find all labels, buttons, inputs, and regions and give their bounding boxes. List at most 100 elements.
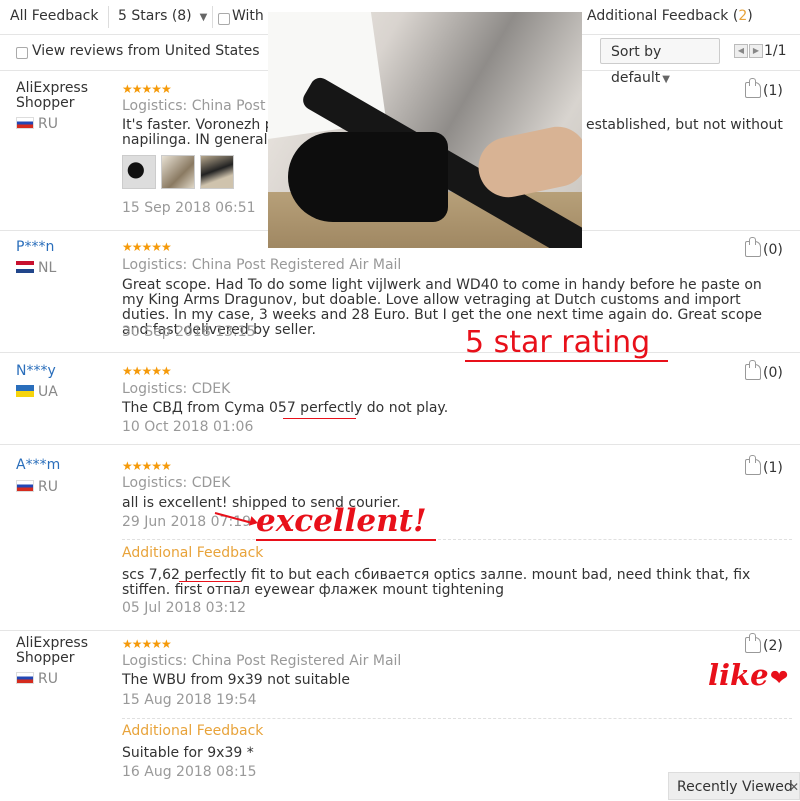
star-rating: ★★★★★ bbox=[122, 459, 172, 473]
review-photo-thumbnail[interactable] bbox=[122, 155, 156, 189]
review-date: 15 Sep 2018 06:51 bbox=[122, 200, 256, 216]
logistics-text: Logistics: CDEK bbox=[122, 475, 231, 491]
next-page-button[interactable]: ▶ bbox=[749, 44, 763, 58]
country-code: UA bbox=[38, 384, 58, 400]
like-button[interactable]: (2) bbox=[745, 633, 783, 654]
reviewer-name[interactable]: N***y bbox=[16, 364, 106, 379]
annotation-underline bbox=[465, 360, 668, 362]
flag-ua-icon bbox=[16, 385, 34, 397]
page-indicator: 1/1 bbox=[764, 43, 787, 59]
review-photo-thumbnail[interactable] bbox=[161, 155, 195, 189]
recently-viewed-label: Recently Viewed bbox=[677, 779, 793, 795]
like-button[interactable]: (0) bbox=[745, 360, 783, 381]
red-underline bbox=[283, 418, 356, 419]
review-text: The СВД from Cyma 057 perfectly do not p… bbox=[122, 400, 449, 416]
thumbs-up-icon bbox=[745, 633, 761, 653]
review-text-cont: established, but not without bbox=[586, 117, 783, 133]
divider bbox=[122, 718, 792, 719]
flag-nl-icon bbox=[16, 261, 34, 273]
additional-feedback-date: 05 Jul 2018 03:12 bbox=[122, 600, 247, 616]
reviewer-name: AliExpress Shopper bbox=[16, 635, 89, 666]
hand-shape bbox=[472, 121, 582, 203]
stars-filter-label: 5 Stars (8) bbox=[118, 8, 192, 24]
annotation-excellent: excellent! bbox=[256, 503, 427, 539]
reviewer-country: UA bbox=[16, 384, 58, 400]
additional-feedback-text: scs 7,62 perfectly fit to but each сбива… bbox=[122, 567, 751, 598]
red-underline bbox=[179, 581, 241, 582]
divider bbox=[212, 6, 213, 28]
sort-select[interactable]: Sort by default ▼ bbox=[600, 38, 720, 86]
additional-feedback-label: Additional Feedback bbox=[122, 723, 264, 739]
stars-filter-select[interactable]: 5 Stars (8) ▼ bbox=[118, 8, 207, 24]
additional-feedback-filter[interactable]: Additional Feedback (2) bbox=[587, 8, 753, 24]
view-us-label: View reviews from United States bbox=[32, 43, 260, 59]
like-count: (1) bbox=[763, 460, 783, 476]
tab-all-feedback[interactable]: All Feedback bbox=[10, 8, 98, 24]
scope-shape bbox=[288, 132, 448, 222]
review-date: 30 Sep 2018 13:15 bbox=[122, 324, 256, 340]
reviewer-name[interactable]: A***m bbox=[16, 458, 106, 473]
paren-close: ) bbox=[747, 8, 753, 24]
reviewer-name[interactable]: P***n bbox=[16, 240, 106, 255]
chevron-down-icon: ▼ bbox=[199, 12, 208, 23]
annotation-like: like bbox=[708, 658, 769, 692]
country-code: NL bbox=[38, 260, 57, 276]
like-count: (0) bbox=[763, 365, 783, 381]
reviewer-country: RU bbox=[16, 116, 58, 132]
review-item: N***y UA ★★★★★ Logistics: CDEK The СВД f… bbox=[0, 352, 800, 445]
with-photos-checkbox[interactable] bbox=[218, 13, 230, 25]
additional-feedback-count: 2 bbox=[738, 8, 748, 24]
recently-viewed-tab[interactable]: Recently Viewed ✕ bbox=[668, 772, 800, 800]
logistics-text: Logistics: China Post Registered Air Mai… bbox=[122, 653, 402, 669]
review-text: The WBU from 9x39 not suitable bbox=[122, 672, 351, 688]
review-date: 10 Oct 2018 01:06 bbox=[122, 419, 254, 435]
review-text: It's faster. Voronezh p bbox=[122, 117, 274, 133]
thumbs-up-icon bbox=[745, 78, 761, 98]
reviewer-country: RU bbox=[16, 671, 58, 687]
country-code: RU bbox=[38, 116, 58, 132]
like-count: (0) bbox=[763, 242, 783, 258]
review-item: AliExpress Shopper RU ★★★★★ Logistics: C… bbox=[0, 630, 800, 791]
like-button[interactable]: (0) bbox=[745, 237, 783, 258]
flag-ru-icon bbox=[16, 117, 34, 129]
star-rating: ★★★★★ bbox=[122, 637, 172, 651]
divider bbox=[122, 539, 792, 540]
additional-feedback-filter-label: Additional Feedback ( bbox=[587, 8, 739, 24]
annotation-five-star-rating: 5 star rating bbox=[465, 325, 651, 360]
prev-page-button[interactable]: ◀ bbox=[734, 44, 748, 58]
logistics-text: Logistics: China Post Registered Air Mai… bbox=[122, 257, 402, 273]
heart-icon: ❤ bbox=[770, 666, 789, 691]
logistics-text: Logistics: CDEK bbox=[122, 381, 231, 397]
additional-feedback-text: Suitable for 9x39 * bbox=[122, 745, 254, 761]
with-photos-label: With bbox=[232, 8, 264, 24]
reviewer-name: AliExpress Shopper bbox=[16, 80, 89, 111]
flag-ru-icon bbox=[16, 672, 34, 684]
star-rating: ★★★★★ bbox=[122, 82, 172, 96]
flag-ru-icon bbox=[16, 480, 34, 492]
reviewer-country: RU bbox=[16, 479, 58, 495]
thumbs-up-icon bbox=[745, 237, 761, 257]
close-icon[interactable]: ✕ bbox=[789, 773, 799, 801]
logistics-text: Logistics: China Post R bbox=[122, 98, 280, 114]
country-code: RU bbox=[38, 671, 58, 687]
thumbs-up-icon bbox=[745, 455, 761, 475]
product-photo bbox=[268, 12, 582, 248]
view-us-checkbox[interactable] bbox=[16, 47, 28, 59]
additional-feedback-date: 16 Aug 2018 08:15 bbox=[122, 764, 257, 780]
review-text-line2: napilinga. IN general, i bbox=[122, 132, 281, 148]
additional-feedback-label: Additional Feedback bbox=[122, 545, 264, 561]
country-code: RU bbox=[38, 479, 58, 495]
star-rating: ★★★★★ bbox=[122, 364, 172, 378]
review-photo-thumbnail[interactable] bbox=[200, 155, 234, 189]
annotation-underline bbox=[256, 539, 436, 541]
divider bbox=[108, 6, 109, 28]
like-count: (1) bbox=[763, 83, 783, 99]
like-count: (2) bbox=[763, 638, 783, 654]
thumbs-up-icon bbox=[745, 360, 761, 380]
star-rating: ★★★★★ bbox=[122, 240, 172, 254]
reviewer-country: NL bbox=[16, 260, 56, 276]
review-item: P***n NL ★★★★★ Logistics: China Post Reg… bbox=[0, 230, 800, 353]
review-date: 15 Aug 2018 19:54 bbox=[122, 692, 257, 708]
like-button[interactable]: (1) bbox=[745, 78, 783, 99]
like-button[interactable]: (1) bbox=[745, 455, 783, 476]
